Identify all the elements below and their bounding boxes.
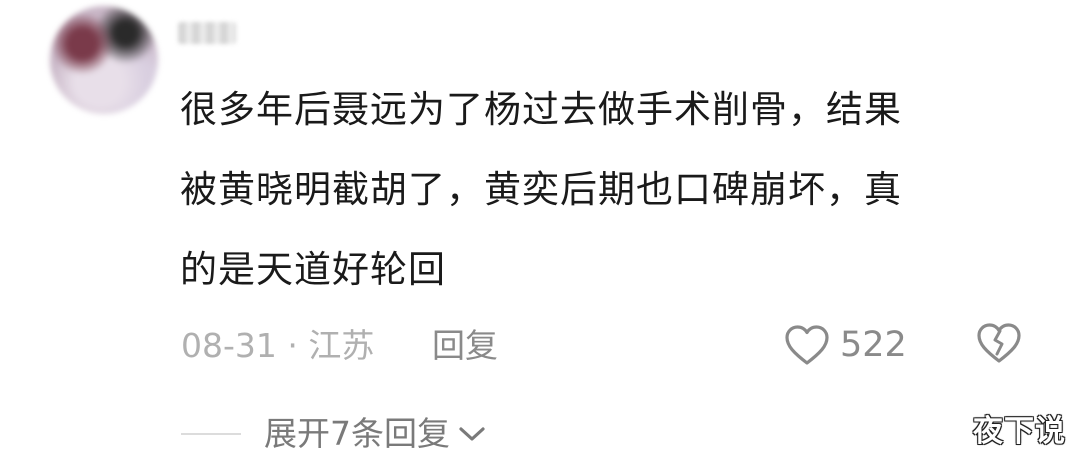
watermark: 夜下说 [973,414,1066,449]
comment-meta: 08-31 · 江苏 [181,326,375,365]
like-count: 522 [840,325,907,365]
expand-replies-button[interactable]: 展开7条回复 [264,410,486,458]
comment-line-3: 的是天道好轮回 [180,248,446,291]
dislike-button[interactable] [976,322,1022,368]
username-blurred[interactable] [178,22,236,44]
heart-outline-icon [784,324,830,366]
comment-line-2: 被黄晓明截胡了，黄奕后期也口碑崩坏，真 [180,168,902,211]
reply-button[interactable]: 回复 [432,322,498,370]
expand-divider [181,433,241,435]
chevron-down-icon [450,424,486,444]
expand-replies-label: 展开7条回复 [264,414,450,453]
broken-heart-icon [976,323,1022,368]
comment-line-1: 很多年后聂远为了杨过去做手术削骨，结果 [180,88,902,131]
avatar[interactable] [50,6,158,114]
comment-text: 很多年后聂远为了杨过去做手术削骨，结果 被黄晓明截胡了，黄奕后期也口碑崩坏，真 … [180,70,1020,310]
like-button[interactable]: 522 [784,320,907,370]
